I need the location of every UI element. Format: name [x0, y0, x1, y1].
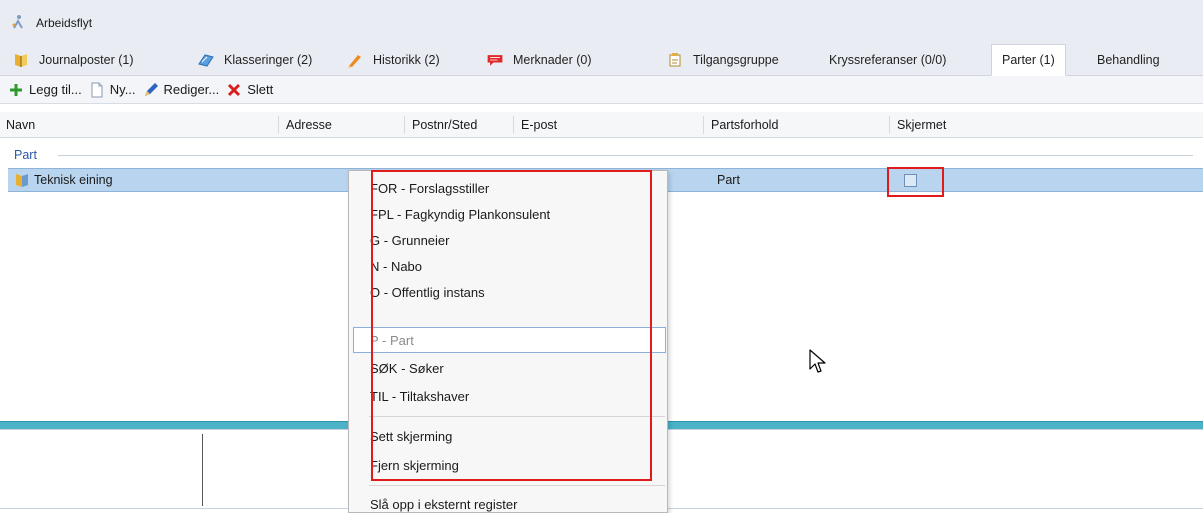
row-partsforhold: Part: [717, 173, 740, 187]
delete-button[interactable]: Slett: [226, 82, 273, 98]
tab-klasseringer[interactable]: Klasseringer (2): [187, 44, 322, 75]
tab-historikk[interactable]: Historikk (2): [336, 44, 450, 75]
tab-merknader[interactable]: Merknader (0): [476, 44, 602, 75]
tab-label: Parter (1): [1002, 53, 1055, 67]
column-divider[interactable]: [278, 116, 279, 134]
tab-label: Merknader (0): [513, 52, 592, 67]
tab-label: Journalposter (1): [39, 52, 134, 67]
delete-button-label: Slett: [247, 82, 274, 97]
history-icon: [348, 54, 361, 68]
new-button[interactable]: Ny...: [89, 82, 136, 98]
tab-parter[interactable]: Parter (1): [991, 44, 1066, 76]
column-header-postnr-sted[interactable]: Postnr/Sted: [408, 112, 477, 138]
journal-icon: [15, 53, 27, 67]
column-divider[interactable]: [513, 116, 514, 134]
column-divider[interactable]: [404, 116, 405, 134]
tab-label: Kryssreferanser (0/0): [829, 52, 947, 67]
column-header-skjermet[interactable]: Skjermet: [893, 112, 946, 138]
tab-bar: Journalposter (1) Klasseringer (2) Histo…: [0, 40, 1203, 76]
group-divider: [58, 155, 1193, 156]
pencil-icon: [144, 82, 158, 96]
workflow-bar: Arbeidsflyt: [0, 0, 1203, 40]
menu-item-external-register[interactable]: Slå opp i eksternt register: [349, 491, 667, 513]
new-button-label: Ny...: [109, 82, 136, 97]
edit-button-label: Rediger...: [163, 82, 220, 97]
tab-label: Behandling: [1097, 52, 1160, 67]
workflow-label[interactable]: Arbeidsflyt: [36, 16, 92, 30]
tab-tilgangsgruppe[interactable]: Tilgangsgruppe: [656, 44, 789, 75]
tab-behandling[interactable]: Behandling: [1087, 44, 1170, 75]
column-header-epost[interactable]: E-post: [517, 112, 557, 138]
column-header-adresse[interactable]: Adresse: [282, 112, 332, 138]
menu-separator: [369, 485, 665, 486]
delete-icon: [228, 83, 241, 96]
plus-icon: [10, 83, 22, 96]
tab-kryssreferanser[interactable]: Kryssreferanser (0/0): [819, 44, 956, 75]
new-document-icon: [91, 82, 103, 97]
panel-divider[interactable]: [202, 434, 203, 506]
workflow-icon: [12, 15, 23, 29]
group-label: Part: [14, 148, 37, 162]
column-divider[interactable]: [889, 116, 890, 134]
tab-label: Klasseringer (2): [224, 52, 313, 67]
add-button[interactable]: Legg til...: [8, 82, 82, 98]
classification-icon: [198, 53, 214, 67]
column-header-partsforhold[interactable]: Partsforhold: [707, 112, 778, 138]
row-name: Teknisk eining: [34, 173, 113, 187]
menu-highlight-frame: [371, 170, 652, 481]
tab-label: Tilgangsgruppe: [693, 52, 779, 67]
group-header: Part: [0, 143, 1203, 165]
toolbar: Legg til... Ny... Rediger... Slett: [0, 76, 1203, 104]
edit-button[interactable]: Rediger...: [143, 82, 220, 98]
tab-label: Historikk (2): [373, 52, 440, 67]
row-name-cell: Teknisk eining: [14, 172, 113, 188]
mouse-cursor-icon: [809, 349, 826, 373]
tab-journalposter[interactable]: Journalposter (1): [2, 44, 144, 75]
comment-icon: [487, 54, 503, 66]
party-icon: [16, 174, 28, 187]
column-headers: Navn Adresse Postnr/Sted E-post Partsfor…: [0, 112, 1203, 138]
column-divider[interactable]: [703, 116, 704, 134]
column-header-navn[interactable]: Navn: [2, 112, 35, 138]
checkbox-highlight-frame: [887, 167, 944, 197]
access-group-icon: [669, 52, 681, 66]
add-button-label: Legg til...: [29, 82, 82, 97]
